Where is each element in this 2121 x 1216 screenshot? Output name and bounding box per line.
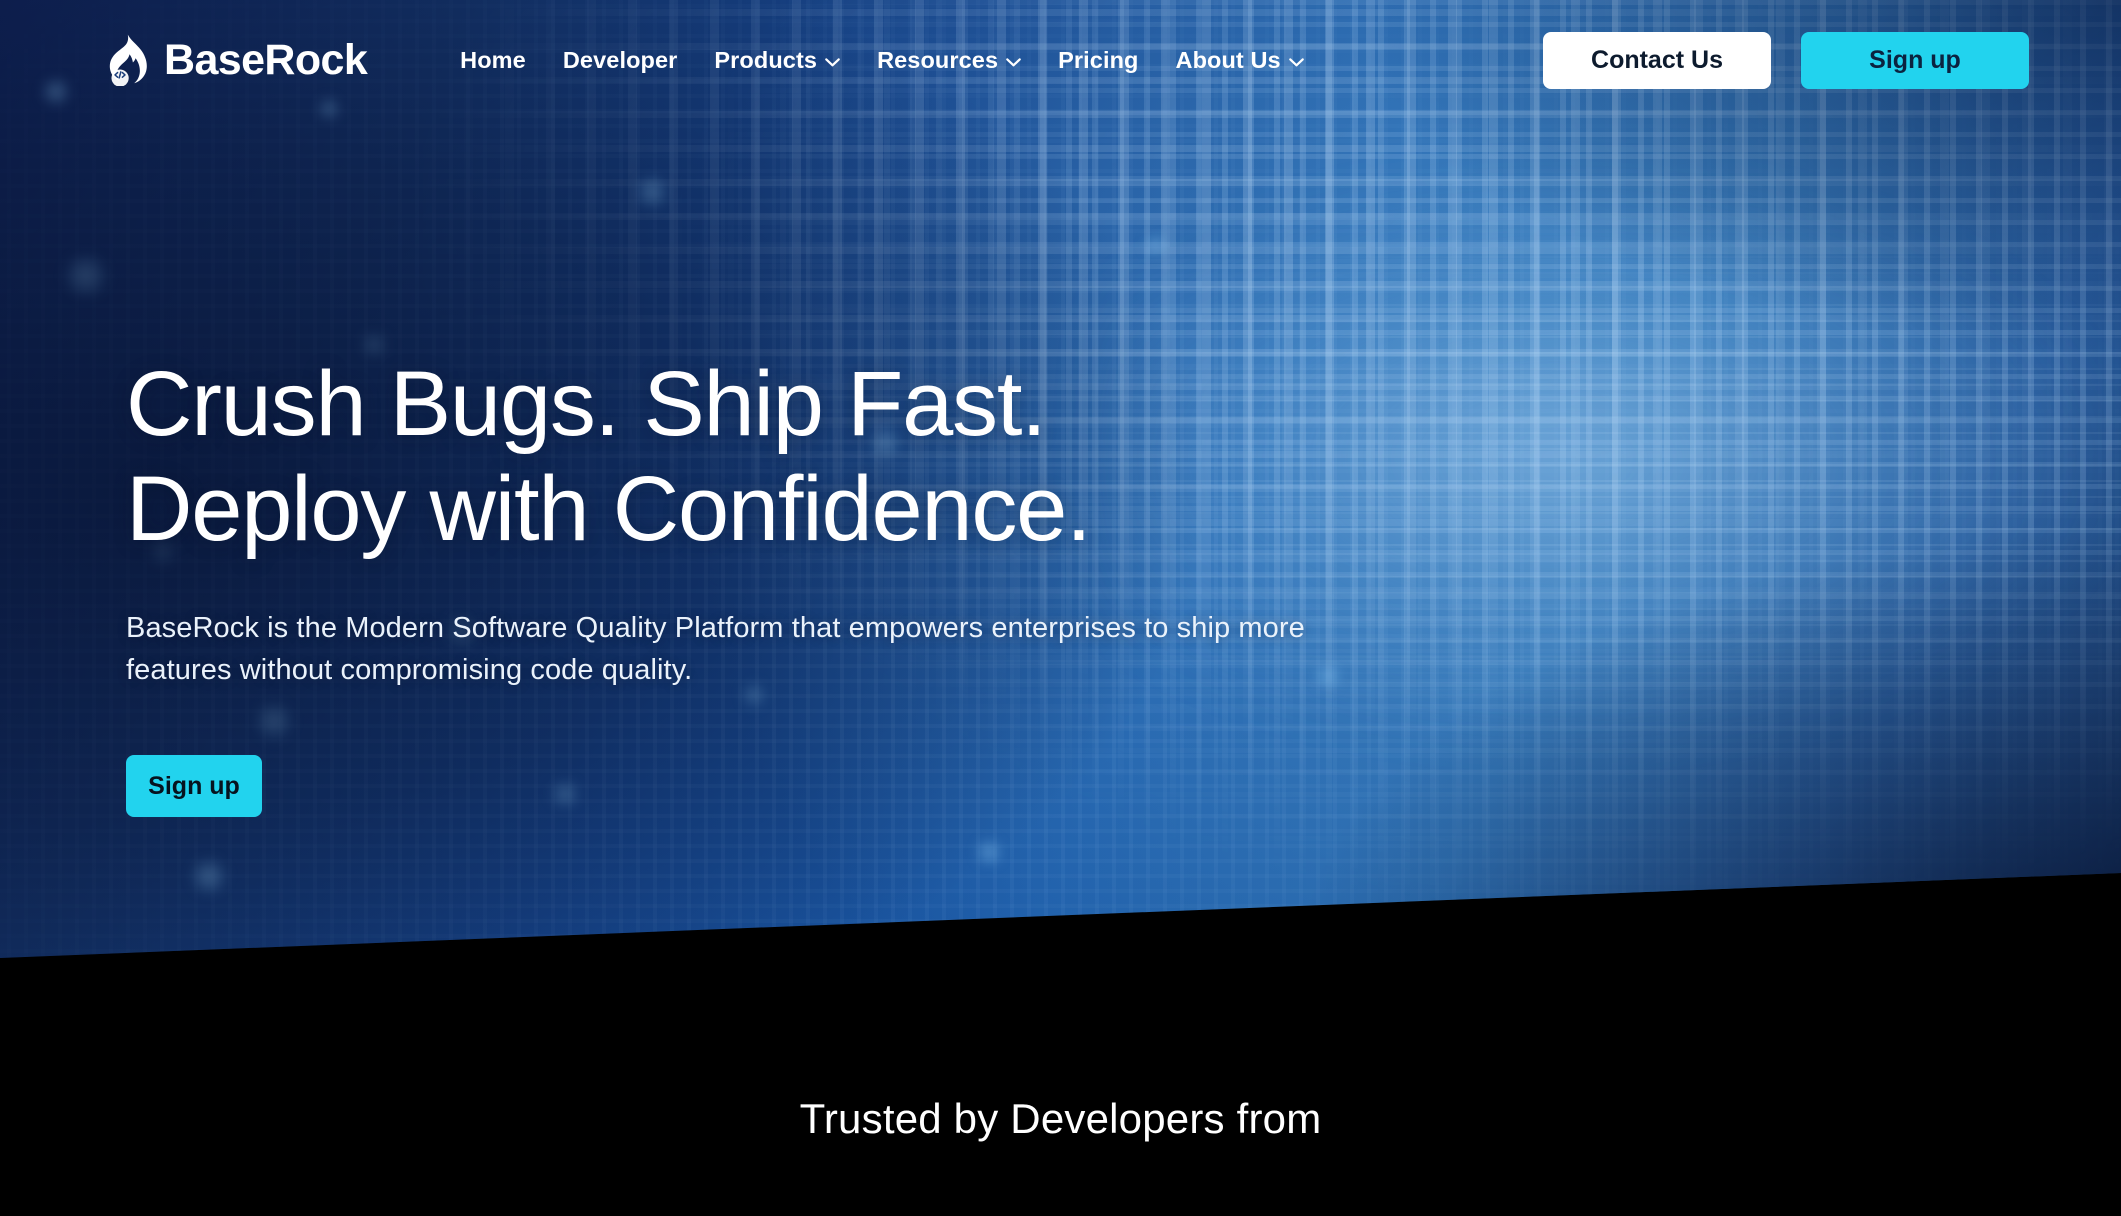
header-actions: Contact Us Sign up [1543,31,2029,89]
flame-code-logo-icon [109,34,147,86]
hero-content: Crush Bugs. Ship Fast. Deploy with Confi… [126,352,1396,817]
nav-label: Home [460,46,526,73]
hero-subheadline: BaseRock is the Modern Software Quality … [126,611,1305,687]
brand-name: BaseRock [164,35,368,84]
nav-item-pricing[interactable]: Pricing [1058,47,1138,74]
nav-item-products[interactable]: Products [714,47,840,74]
chevron-down-icon [825,57,840,67]
main-navigation: Home Developer Products Resources Pricin… [460,47,1304,74]
hero-headline: Crush Bugs. Ship Fast. Deploy with Confi… [126,352,1396,562]
hero-signup-button[interactable]: Sign up [126,755,262,817]
nav-label: About Us [1175,46,1281,73]
trusted-by-section: Trusted by Developers from [0,975,2121,1216]
site-header: BaseRock Home Developer Products Resourc… [0,0,2121,120]
chevron-down-icon [1288,57,1304,67]
nav-label: Developer [562,46,678,73]
nav-label: Pricing [1058,46,1139,73]
contact-us-button[interactable]: Contact Us [1543,31,1771,89]
trusted-by-title: Trusted by Developers from [799,1095,1322,1142]
landing-page: BaseRock Home Developer Products Resourc… [0,0,2121,1216]
nav-item-about-us[interactable]: About Us [1176,47,1304,74]
hero-headline-line-1: Crush Bugs. Ship Fast. [126,353,1047,455]
brand-logo[interactable]: BaseRock [104,34,368,86]
hero-headline-line-2: Deploy with Confidence. [126,457,1092,560]
nav-item-developer[interactable]: Developer [563,47,678,74]
nav-label: Resources [877,46,999,73]
nav-item-resources[interactable]: Resources [877,47,1021,74]
nav-label: Products [714,46,818,73]
header-signup-button[interactable]: Sign up [1801,31,2029,89]
chevron-down-icon [1006,57,1021,67]
nav-item-home[interactable]: Home [460,47,526,74]
